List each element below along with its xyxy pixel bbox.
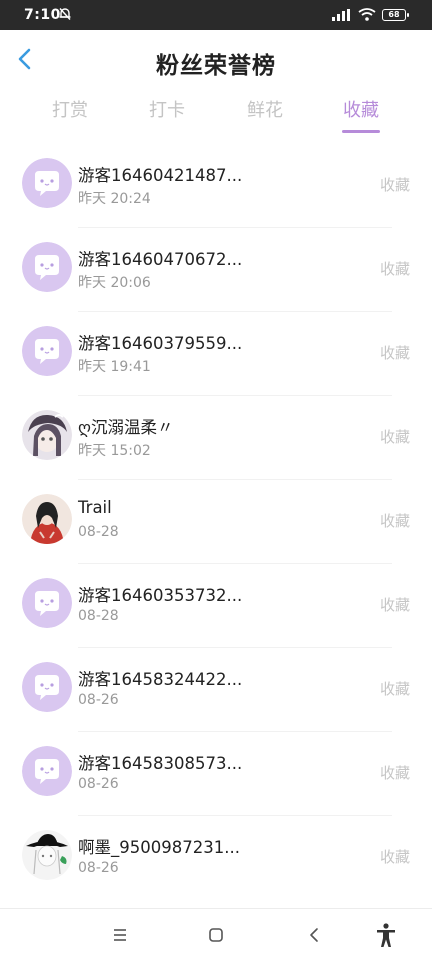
favorite-label: 收藏 [379,344,410,362]
favorite-label: 收藏 [379,680,410,698]
chat-bubble-avatar-icon [22,578,72,628]
status-time: 7:10 [24,7,61,23]
fan-time: 昨天 20:06 [78,275,151,291]
chat-bubble-avatar-icon [22,746,72,796]
chat-bubble-avatar-icon [22,158,72,208]
list-item[interactable]: 游客16460470672... 昨天 20:06 收藏 [0,228,432,312]
list-item[interactable]: 游客16460379559... 昨天 19:41 收藏 [0,312,432,396]
list-item[interactable]: 游客16460353732... 08-28 收藏 [0,564,432,648]
tab-reward[interactable]: 打赏 [30,96,110,122]
fan-name: 游客16460353732... [78,586,243,605]
fan-time: 昨天 15:02 [78,443,151,459]
list-item[interactable]: ღ沉溺温柔〃 昨天 15:02 收藏 [0,396,432,480]
user-avatar-photo [22,410,72,460]
fan-time: 08-26 [78,776,119,792]
favorite-label: 收藏 [379,176,410,194]
fan-name: 游客16460421487... [78,166,243,185]
tab-favorites[interactable]: 收藏 [321,96,401,133]
tab-checkin[interactable]: 打卡 [127,96,207,122]
list-item[interactable]: 啊墨_9500987231... 08-26 收藏 [0,816,432,900]
fan-name: Trail [78,498,112,517]
fan-name: 游客16458308573... [78,754,243,773]
fan-name: ღ沉溺温柔〃 [78,418,174,437]
list-item[interactable]: Trail 08-28 收藏 [0,480,432,564]
list-item[interactable]: 游客16458308573... 08-26 收藏 [0,732,432,816]
wifi-icon [358,8,376,21]
fan-time: 08-28 [78,524,119,540]
user-avatar-photo [22,830,72,880]
list-item[interactable]: 游客16458324422... 08-26 收藏 [0,648,432,732]
page-title: 粉丝荣誉榜 [156,53,276,79]
signal-icon [332,8,350,21]
active-tab-indicator [342,130,380,133]
list-item[interactable]: 游客16460421487... 昨天 20:24 收藏 [0,144,432,228]
favorite-label: 收藏 [379,764,410,782]
fan-name: 游客16460379559... [78,334,243,353]
header: 粉丝荣誉榜 [0,30,432,88]
fan-time: 昨天 20:24 [78,191,151,207]
favorite-label: 收藏 [379,512,410,530]
chat-bubble-avatar-icon [22,242,72,292]
status-bar: 7:10 68 [0,0,432,30]
fan-time: 昨天 19:41 [78,359,151,375]
fan-name: 游客16458324422... [78,670,243,689]
fan-time: 08-28 [78,608,119,624]
accessibility-icon[interactable] [372,921,400,949]
favorite-label: 收藏 [379,848,410,866]
back-icon[interactable] [300,921,328,949]
tab-flowers[interactable]: 鲜花 [225,96,305,122]
chat-bubble-avatar-icon [22,662,72,712]
chat-bubble-avatar-icon [22,326,72,376]
favorite-label: 收藏 [379,428,410,446]
bell-off-icon [59,8,71,20]
tab-bar: 打赏 打卡 鲜花 收藏 [0,88,432,138]
status-icons: 68 [332,8,409,21]
menu-icon[interactable] [106,921,134,949]
fan-time: 08-26 [78,860,119,876]
fan-name: 游客16460470672... [78,250,243,269]
user-avatar-photo [22,494,72,544]
favorite-label: 收藏 [379,596,410,614]
home-icon[interactable] [202,921,230,949]
fan-time: 08-26 [78,692,119,708]
battery-icon: 68 [382,8,409,21]
fan-name: 啊墨_9500987231... [78,838,240,857]
tab-favorites-label: 收藏 [343,100,379,121]
system-navigation-bar [0,908,432,960]
favorite-label: 收藏 [379,260,410,278]
